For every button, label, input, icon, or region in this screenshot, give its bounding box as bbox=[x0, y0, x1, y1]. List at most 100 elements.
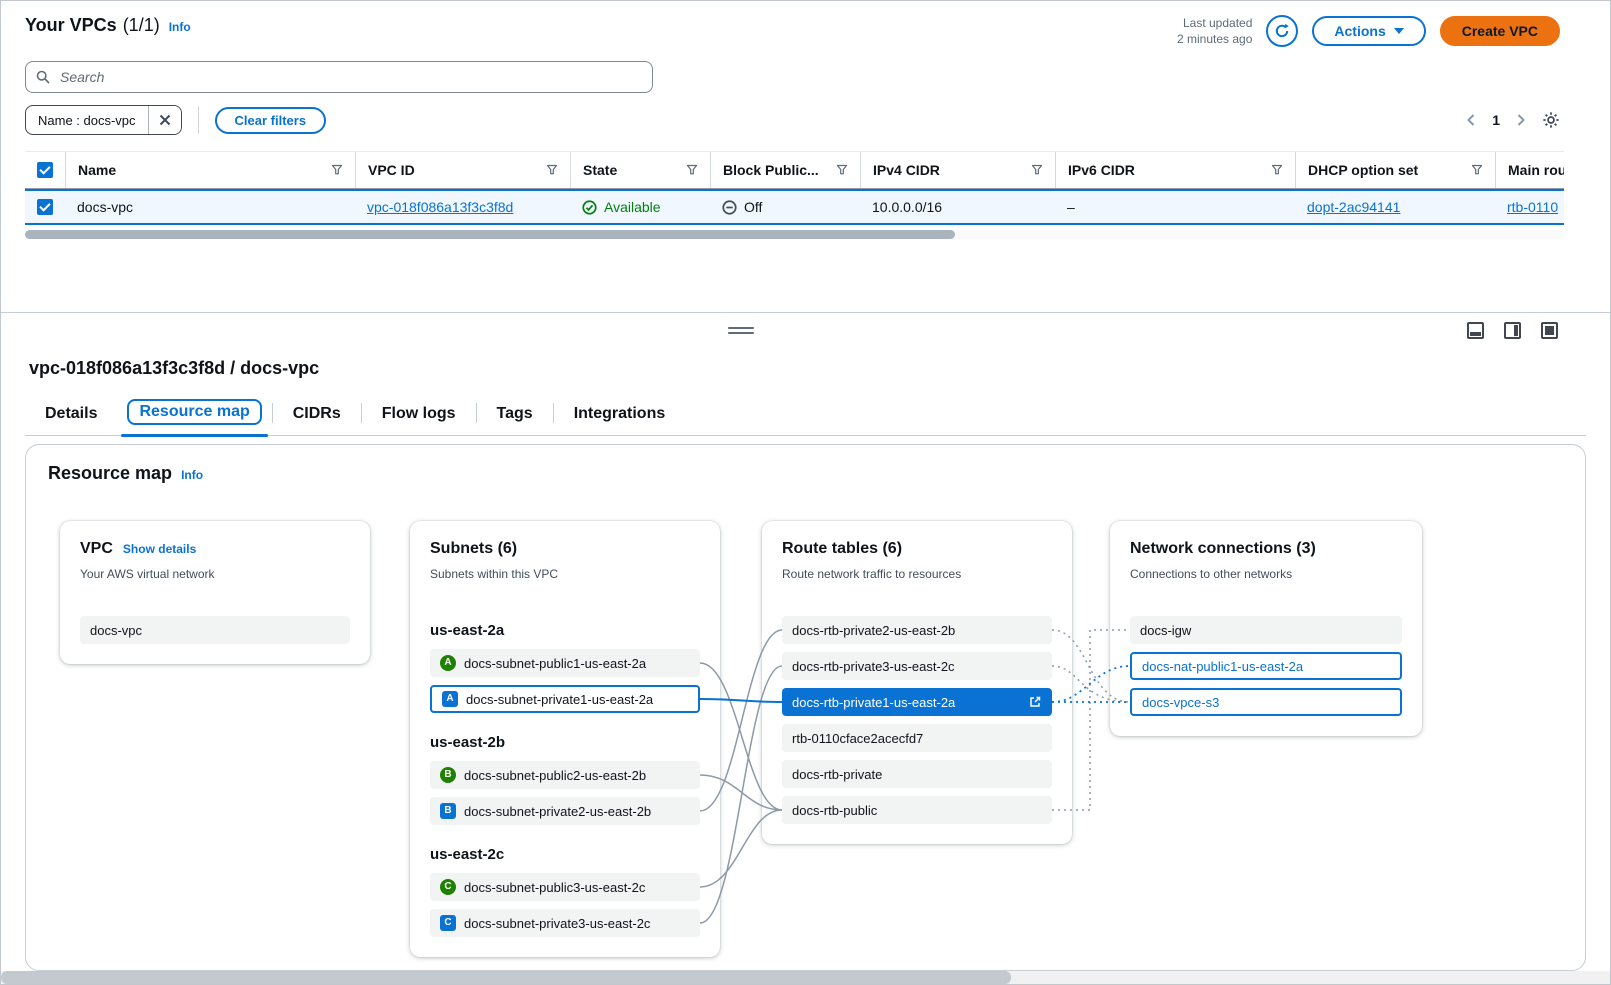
subnet-node-private1[interactable]: A docs-subnet-private1-us-east-2a bbox=[430, 685, 700, 713]
filter-icon[interactable] bbox=[546, 164, 558, 176]
tab-cidrs[interactable]: CIDRs bbox=[273, 399, 361, 435]
last-updated-label: Last updated bbox=[1177, 15, 1252, 31]
dhcp-option-set-link[interactable]: dopt-2ac94141 bbox=[1307, 199, 1400, 215]
last-updated-value: 2 minutes ago bbox=[1177, 31, 1252, 47]
actions-button[interactable]: Actions bbox=[1312, 16, 1425, 46]
tab-integrations[interactable]: Integrations bbox=[554, 399, 686, 435]
route-table-node[interactable]: rtb-0110cface2acecfd7 bbox=[782, 724, 1052, 752]
filter-icon[interactable] bbox=[1031, 164, 1043, 176]
table-scrollbar-thumb[interactable] bbox=[25, 230, 955, 239]
filter-icon[interactable] bbox=[686, 164, 698, 176]
previous-page-button[interactable] bbox=[1466, 113, 1476, 127]
table-header-row: Name VPC ID State bbox=[25, 151, 1564, 189]
resource-map-canvas: VPC Show details Your AWS virtual networ… bbox=[26, 496, 1585, 958]
route-table-label: docs-rtb-private3-us-east-2c bbox=[792, 659, 955, 674]
filter-icon[interactable] bbox=[1471, 164, 1483, 176]
search-input[interactable] bbox=[58, 68, 642, 86]
vpc-count: (1/1) bbox=[123, 15, 160, 36]
gear-icon bbox=[1542, 111, 1560, 129]
connection-node-vpce[interactable]: docs-vpce-s3 bbox=[1130, 688, 1402, 716]
tab-flow-logs[interactable]: Flow logs bbox=[362, 399, 476, 435]
route-table-node[interactable]: docs-rtb-private2-us-east-2b bbox=[782, 616, 1052, 644]
panel-position-bottom-icon[interactable] bbox=[1467, 322, 1484, 339]
az-group-us-east-2a: us-east-2a bbox=[430, 621, 700, 641]
pagination: 1 bbox=[1466, 111, 1560, 129]
create-vpc-button[interactable]: Create VPC bbox=[1440, 16, 1560, 46]
vpc-table-inner: Name VPC ID State bbox=[25, 151, 1564, 225]
vpc-card: VPC Show details Your AWS virtual networ… bbox=[60, 521, 370, 664]
split-panel-preferences bbox=[1467, 322, 1558, 339]
subnet-label: docs-subnet-private2-us-east-2b bbox=[464, 804, 651, 819]
public-subnet-badge: C bbox=[440, 879, 456, 895]
chevron-down-icon bbox=[1394, 28, 1404, 34]
filter-icon[interactable] bbox=[1271, 164, 1283, 176]
route-table-label: docs-rtb-public bbox=[792, 803, 877, 818]
tab-label: Details bbox=[45, 405, 97, 423]
route-table-node-selected[interactable]: docs-rtb-private1-us-east-2a bbox=[782, 688, 1052, 716]
subnet-node-private3[interactable]: C docs-subnet-private3-us-east-2c bbox=[430, 909, 700, 937]
tab-resource-map[interactable]: Resource map bbox=[117, 395, 271, 435]
vpc-id-link[interactable]: vpc-018f086a13f3c3f8d bbox=[367, 199, 513, 215]
main-route-table-link[interactable]: rtb-0110 bbox=[1507, 199, 1558, 215]
connection-node-nat[interactable]: docs-nat-public1-us-east-2a bbox=[1130, 652, 1402, 680]
subnet-node-public2[interactable]: B docs-subnet-public2-us-east-2b bbox=[430, 761, 700, 789]
page-title: Your VPCs (1/1) Info bbox=[25, 15, 191, 36]
connection-node-igw[interactable]: docs-igw bbox=[1130, 616, 1402, 644]
panel-position-side-icon[interactable] bbox=[1504, 322, 1521, 339]
filter-chip-close-button[interactable] bbox=[149, 106, 181, 134]
cell-dhcp-option-set: dopt-2ac94141 bbox=[1295, 199, 1495, 215]
column-header-name: Name bbox=[65, 152, 355, 188]
tab-tags[interactable]: Tags bbox=[477, 399, 553, 435]
subnet-label: docs-subnet-public2-us-east-2b bbox=[464, 768, 646, 783]
route-tables-card-title: Route tables (6) bbox=[782, 539, 902, 559]
subnets-card-subtitle: Subnets within this VPC bbox=[430, 567, 700, 581]
column-label: Block Public... bbox=[723, 162, 819, 178]
refresh-icon bbox=[1274, 23, 1290, 39]
connection-label: docs-nat-public1-us-east-2a bbox=[1142, 659, 1303, 674]
filter-icon[interactable] bbox=[836, 164, 848, 176]
column-label: IPv6 CIDR bbox=[1068, 162, 1135, 178]
filter-chip[interactable]: Name : docs-vpc bbox=[25, 105, 182, 135]
resource-map-panel: Resource map Info bbox=[25, 444, 1586, 971]
route-table-node[interactable]: docs-rtb-private bbox=[782, 760, 1052, 788]
az-group-us-east-2b: us-east-2b bbox=[430, 733, 700, 753]
row-checkbox[interactable] bbox=[37, 199, 53, 215]
tab-label: Flow logs bbox=[382, 405, 456, 423]
subnet-node-public3[interactable]: C docs-subnet-public3-us-east-2c bbox=[430, 873, 700, 901]
search-row bbox=[25, 61, 1610, 93]
column-label: VPC ID bbox=[368, 162, 415, 178]
subnet-label: docs-subnet-private1-us-east-2a bbox=[466, 692, 653, 707]
external-link-icon[interactable] bbox=[1028, 695, 1042, 709]
vpc-detail-pane: vpc-018f086a13f3c3f8d / docs-vpc Details… bbox=[1, 346, 1610, 984]
subnet-node-private2[interactable]: B docs-subnet-private2-us-east-2b bbox=[430, 797, 700, 825]
route-table-node[interactable]: docs-rtb-public bbox=[782, 796, 1052, 824]
table-preferences-button[interactable] bbox=[1542, 111, 1560, 129]
cell-block-public-access: Off bbox=[710, 199, 860, 215]
public-subnet-badge: B bbox=[440, 767, 456, 783]
current-page-number[interactable]: 1 bbox=[1492, 112, 1500, 128]
column-header-ipv6-cidr: IPv6 CIDR bbox=[1055, 152, 1295, 188]
connection-label: docs-igw bbox=[1140, 623, 1191, 638]
route-table-node[interactable]: docs-rtb-private3-us-east-2c bbox=[782, 652, 1052, 680]
vpc-list-pane: Your VPCs (1/1) Info Last updated 2 minu… bbox=[1, 1, 1610, 312]
vpc-node[interactable]: docs-vpc bbox=[80, 616, 350, 644]
panel-position-detach-icon[interactable] bbox=[1541, 322, 1558, 339]
network-connections-card: Network connections (3) Connections to o… bbox=[1110, 521, 1422, 736]
select-all-checkbox[interactable] bbox=[37, 162, 53, 178]
resource-map-info-link[interactable]: Info bbox=[181, 468, 203, 482]
tab-details[interactable]: Details bbox=[25, 399, 117, 435]
refresh-button[interactable] bbox=[1266, 15, 1298, 47]
show-details-link[interactable]: Show details bbox=[123, 542, 196, 556]
filter-icon[interactable] bbox=[331, 164, 343, 176]
clear-filters-button[interactable]: Clear filters bbox=[215, 107, 327, 134]
page-horizontal-scrollbar bbox=[1, 971, 1610, 984]
page-scrollbar-thumb[interactable] bbox=[1, 971, 1011, 984]
detail-tabs: Details Resource map CIDRs Flow logs Tag… bbox=[25, 395, 1586, 436]
table-row[interactable]: docs-vpc vpc-018f086a13f3c3f8d Available bbox=[25, 189, 1564, 225]
next-page-button[interactable] bbox=[1516, 113, 1526, 127]
actions-label: Actions bbox=[1334, 23, 1385, 39]
subnet-node-public1[interactable]: A docs-subnet-public1-us-east-2a bbox=[430, 649, 700, 677]
info-link[interactable]: Info bbox=[169, 20, 191, 34]
cell-ipv4-cidr: 10.0.0.0/16 bbox=[860, 199, 1055, 215]
split-panel-drag-handle[interactable] bbox=[728, 324, 754, 337]
